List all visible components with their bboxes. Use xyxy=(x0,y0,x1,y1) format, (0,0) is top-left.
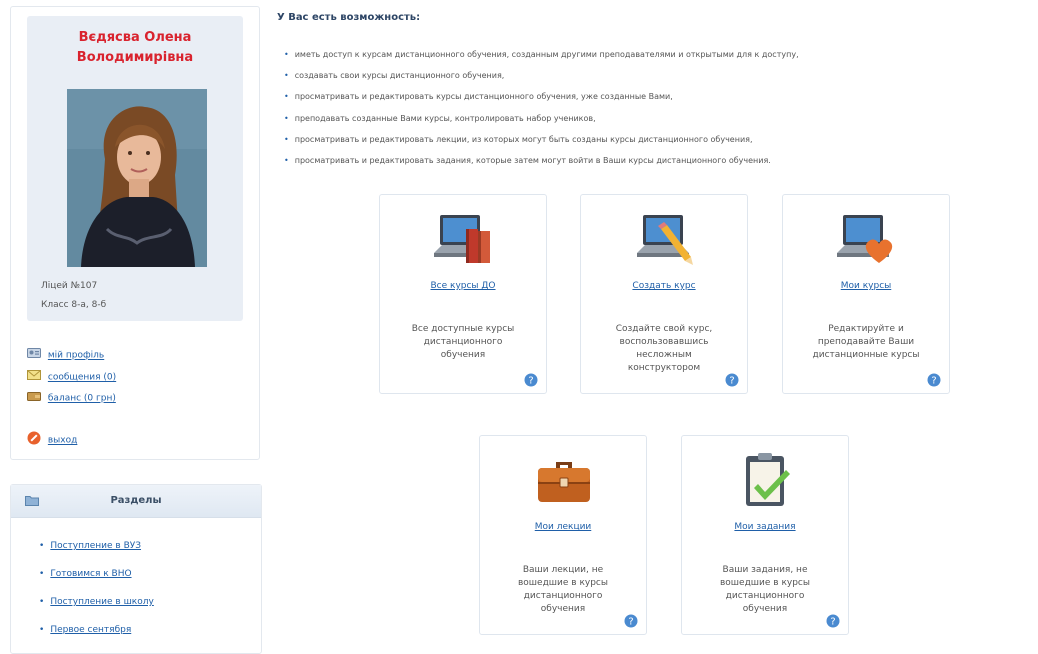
feature-text: просматривать и редактировать курсы дист… xyxy=(294,92,673,102)
feature-item: • создавать свои курсы дистанционного обу… xyxy=(284,70,799,91)
help-icon[interactable]: ? xyxy=(524,373,538,387)
card-create-course[interactable]: Создать курс Создайте свой курс, восполь… xyxy=(580,194,748,394)
bullet-icon: • xyxy=(284,134,289,144)
briefcase-icon xyxy=(532,448,596,512)
balance-link-row: баланс (0 грн) xyxy=(27,390,116,404)
help-icon[interactable]: ? xyxy=(725,373,739,387)
my-courses-link[interactable]: Мои курсы xyxy=(783,281,949,291)
logout-link-row: выход xyxy=(27,431,77,446)
bullet-icon: • xyxy=(39,569,45,579)
all-courses-link[interactable]: Все курсы ДО xyxy=(380,281,546,291)
my-profile-link[interactable]: мій профіль xyxy=(48,351,104,361)
user-photo xyxy=(67,89,207,267)
svg-text:?: ? xyxy=(729,376,734,387)
bullet-icon: • xyxy=(39,541,45,551)
feature-text: просматривать и редактировать лекции, из… xyxy=(294,134,753,144)
my-lectures-link[interactable]: Мои лекции xyxy=(480,522,646,532)
id-card-icon xyxy=(27,347,41,364)
section-item: • Поступление в школу xyxy=(39,595,154,623)
feature-text: преподавать созданные Вами курсы, контро… xyxy=(294,113,596,123)
my-courses-desc: Редактируйте и преподавайте Ваши дистанц… xyxy=(812,324,920,360)
feature-item: • просматривать и редактировать лекции, и… xyxy=(284,134,799,155)
bullet-icon: • xyxy=(284,155,289,165)
create-course-link[interactable]: Создать курс xyxy=(581,281,747,291)
card-all-courses[interactable]: Все курсы ДО Все доступные курсы дистанц… xyxy=(379,194,547,394)
user-name: Вєдясва Олена Володимирівна xyxy=(76,30,194,65)
help-icon[interactable]: ? xyxy=(826,614,840,628)
card-my-lectures[interactable]: Мои лекции Ваши лекции, не вошедшие в ку… xyxy=(479,435,647,635)
svg-text:?: ? xyxy=(528,376,533,387)
balance-link[interactable]: баланс (0 грн) xyxy=(48,394,116,404)
messages-link[interactable]: сообщения (0) xyxy=(48,373,116,383)
sections-header: Разделы xyxy=(11,485,261,518)
section-item: • Готовимся к ВНО xyxy=(39,567,154,595)
my-tasks-desc: Ваши задания, не вошедшие в курсы дистан… xyxy=(720,565,810,614)
bullet-icon: • xyxy=(284,71,289,81)
bullet-icon: • xyxy=(39,597,45,607)
my-tasks-link[interactable]: Мои задания xyxy=(682,522,848,532)
feature-item: • иметь доступ к курсам дистанционного об… xyxy=(284,49,799,70)
section-link-university[interactable]: Поступление в ВУЗ xyxy=(50,541,141,551)
laptop-pencil-icon xyxy=(633,207,697,271)
laptop-books-icon xyxy=(432,207,496,271)
section-link-vno[interactable]: Готовимся к ВНО xyxy=(50,569,131,579)
help-icon[interactable]: ? xyxy=(927,373,941,387)
logout-icon xyxy=(27,431,41,450)
envelope-icon xyxy=(27,369,41,386)
feature-item: • преподавать созданные Вами курсы, контр… xyxy=(284,113,799,134)
logout-link[interactable]: выход xyxy=(48,436,77,446)
section-link-school[interactable]: Поступление в школу xyxy=(50,597,154,607)
svg-text:?: ? xyxy=(628,617,633,628)
user-school: Ліцей №107 xyxy=(41,281,98,291)
section-item: • Поступление в ВУЗ xyxy=(39,539,154,567)
bullet-icon: • xyxy=(284,113,289,123)
svg-text:?: ? xyxy=(931,376,936,387)
feature-item: • просматривать и редактировать курсы дис… xyxy=(284,91,799,112)
sections-panel: Разделы • Поступление в ВУЗ • Готовимся к … xyxy=(10,484,262,654)
messages-link-row: сообщения (0) xyxy=(27,369,116,383)
features-list: • иметь доступ к курсам дистанционного об… xyxy=(284,49,799,176)
laptop-heart-icon xyxy=(835,207,899,271)
card-my-tasks[interactable]: Мои задания Ваши задания, не вошедшие в … xyxy=(681,435,849,635)
user-class: Класс 8-а, 8-б xyxy=(41,300,107,310)
main-heading: У Вас есть возможность: xyxy=(277,12,421,23)
create-course-desc: Создайте свой курс, воспользовавшись нес… xyxy=(615,324,713,373)
card-my-courses[interactable]: Мои курсы Редактируйте и преподавайте Ва… xyxy=(782,194,950,394)
bullet-icon: • xyxy=(284,92,289,102)
feature-item: • просматривать и редактировать задания, … xyxy=(284,155,799,176)
feature-text: иметь доступ к курсам дистанционного обу… xyxy=(294,50,799,59)
my-lectures-desc: Ваши лекции, не вошедшие в курсы дистанц… xyxy=(518,565,608,614)
sections-title: Разделы xyxy=(110,495,162,506)
svg-text:?: ? xyxy=(830,617,835,628)
help-icon[interactable]: ? xyxy=(624,614,638,628)
profile-panel: Вєдясва Олена Володимирівна Ліцей №107 К… xyxy=(10,6,260,460)
my-profile-link-row: мій профіль xyxy=(27,347,104,361)
all-courses-desc: Все доступные курсы дистанционного обуче… xyxy=(411,324,515,360)
section-item: • Первое сентября xyxy=(39,623,154,651)
clipboard-check-icon xyxy=(734,448,798,512)
sections-list: • Поступление в ВУЗ • Готовимся к ВНО • Пос… xyxy=(39,539,154,651)
feature-text: просматривать и редактировать задания, к… xyxy=(294,155,771,165)
section-link-september[interactable]: Первое сентября xyxy=(50,625,131,635)
bullet-icon: • xyxy=(284,50,289,59)
profile-card: Вєдясва Олена Володимирівна Ліцей №107 К… xyxy=(27,16,243,321)
wallet-icon xyxy=(27,390,41,407)
bullet-icon: • xyxy=(39,625,45,635)
feature-text: создавать свои курсы дистанционного обуч… xyxy=(294,71,505,81)
